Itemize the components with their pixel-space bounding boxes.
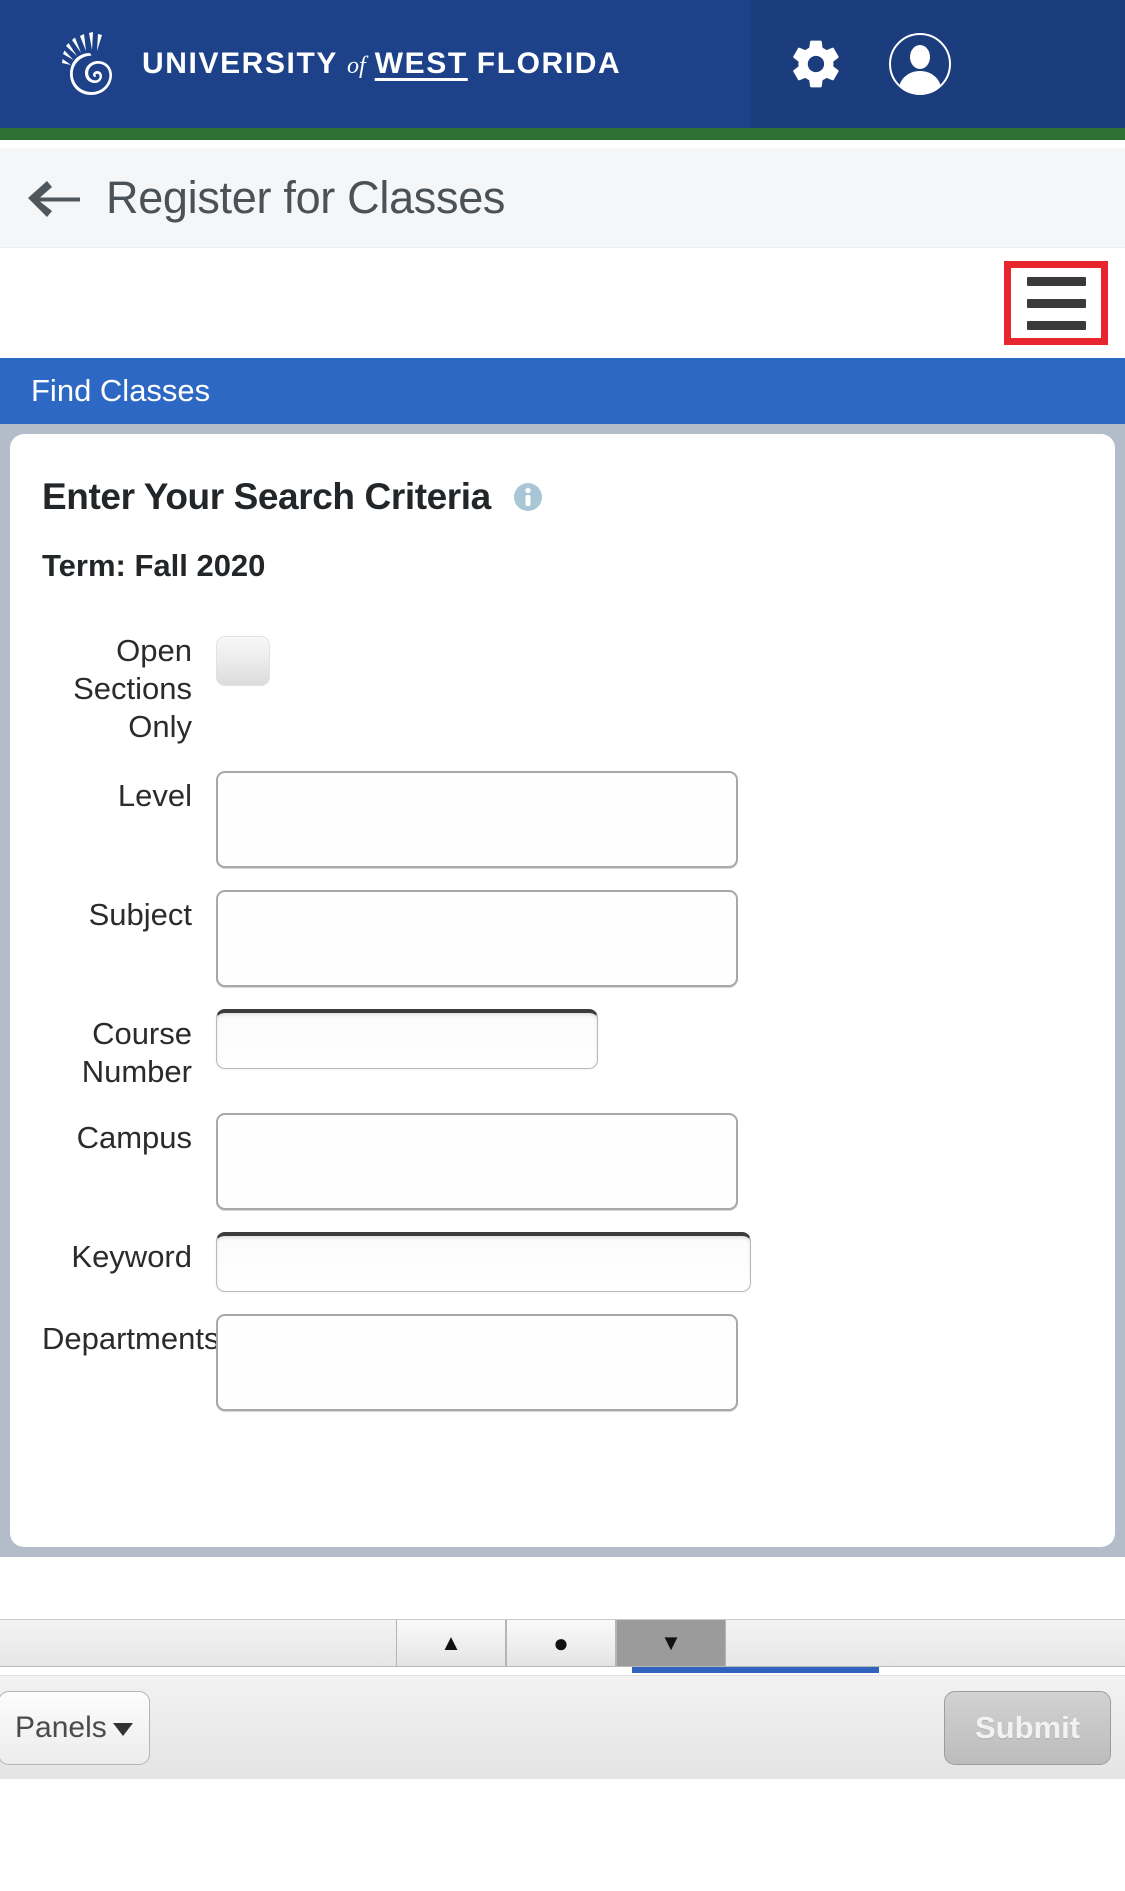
open-sections-checkbox[interactable]: [216, 636, 270, 686]
header-actions: [750, 0, 1125, 128]
gear-icon[interactable]: [788, 36, 844, 92]
brand-logo-area[interactable]: UNIVERSITY of WEST FLORIDA: [0, 0, 750, 128]
brand-word-florida: FLORIDA: [476, 47, 622, 80]
label-campus: Campus: [76, 1120, 192, 1156]
back-arrow-icon[interactable]: [26, 177, 80, 219]
term-label: Term: Fall 2020: [42, 548, 266, 583]
form-row-campus: Campus: [42, 1113, 1083, 1211]
level-select[interactable]: [216, 771, 738, 869]
form-row-course-number: Course Number: [42, 1009, 1083, 1091]
label-departments: Departments: [42, 1321, 220, 1357]
hamburger-bar-2: [1026, 298, 1086, 308]
search-criteria-card: Enter Your Search Criteria Term: Fall 20…: [10, 434, 1115, 1547]
brand-header: UNIVERSITY of WEST FLORIDA: [0, 0, 1125, 128]
brand-word-university: UNIVERSITY: [142, 47, 339, 80]
label-level: Level: [117, 778, 192, 814]
submit-button-label: Submit: [974, 1709, 1081, 1745]
nautilus-shell-icon: [62, 32, 112, 95]
label-course-number: Course Number: [81, 1016, 192, 1090]
search-panel-container: Enter Your Search Criteria Term: Fall 20…: [0, 424, 1125, 1557]
card-heading: Enter Your Search Criteria: [42, 476, 1083, 518]
scroll-track-left[interactable]: [0, 1620, 396, 1666]
scroll-up-glyph: ▲: [440, 1630, 462, 1655]
scroll-dot-glyph: ●: [553, 1628, 569, 1658]
departments-select[interactable]: [216, 1314, 738, 1412]
progress-area: [0, 1667, 1125, 1675]
action-bar: Panels Submit: [0, 1675, 1125, 1779]
panels-button[interactable]: Panels: [0, 1690, 150, 1765]
logo: UNIVERSITY of WEST FLORIDA: [62, 31, 621, 97]
subject-select[interactable]: [216, 890, 738, 988]
panels-button-label: Panels: [15, 1710, 107, 1744]
menu-strip: [0, 248, 1125, 358]
scroll-up-icon[interactable]: ▲: [396, 1620, 506, 1666]
scroll-control-strip: ▲ ● ▼: [0, 1619, 1125, 1667]
keyword-input[interactable]: [216, 1232, 751, 1293]
scroll-down-glyph: ▼: [660, 1630, 682, 1655]
label-subject: Subject: [88, 897, 192, 933]
form-row-keyword: Keyword: [42, 1232, 1083, 1293]
caret-down-icon: [112, 1723, 133, 1736]
form-row-departments: Departments: [42, 1314, 1083, 1412]
green-accent-stripe: [0, 128, 1125, 140]
find-classes-label: Find Classes: [31, 373, 211, 408]
campus-select[interactable]: [216, 1113, 738, 1211]
search-criteria-title: Enter Your Search Criteria: [42, 476, 491, 517]
hamburger-bar-3: [1026, 320, 1086, 330]
submit-button[interactable]: Submit: [944, 1690, 1111, 1765]
brand-word-of: of: [347, 53, 366, 79]
scroll-track-right[interactable]: [726, 1620, 1125, 1666]
brand-wordmark: UNIVERSITY of WEST FLORIDA: [142, 47, 621, 81]
label-open-sections: Open Sections Only: [73, 633, 192, 744]
info-icon[interactable]: [513, 482, 543, 512]
hamburger-menu-icon[interactable]: [1004, 261, 1108, 345]
page-title: Register for Classes: [106, 171, 506, 223]
scroll-dot-icon[interactable]: ●: [506, 1620, 616, 1666]
page-title-bar: Register for Classes: [0, 148, 1125, 248]
scroll-down-icon[interactable]: ▼: [616, 1620, 726, 1666]
hamburger-bar-1: [1026, 276, 1086, 286]
user-avatar-icon[interactable]: [888, 32, 952, 96]
search-form: Open Sections Only Level Subject Course …: [42, 632, 1083, 1412]
header-gap: [0, 140, 1125, 148]
progress-bar: [632, 1667, 879, 1673]
form-row-open-sections: Open Sections Only: [42, 632, 1083, 745]
form-row-level: Level: [42, 771, 1083, 869]
label-keyword: Keyword: [71, 1239, 192, 1275]
brand-word-west: WEST: [374, 47, 468, 80]
bottom-gap: [0, 1557, 1125, 1619]
find-classes-bar[interactable]: Find Classes: [0, 358, 1125, 424]
form-row-subject: Subject: [42, 890, 1083, 988]
course-number-input[interactable]: [216, 1009, 598, 1070]
